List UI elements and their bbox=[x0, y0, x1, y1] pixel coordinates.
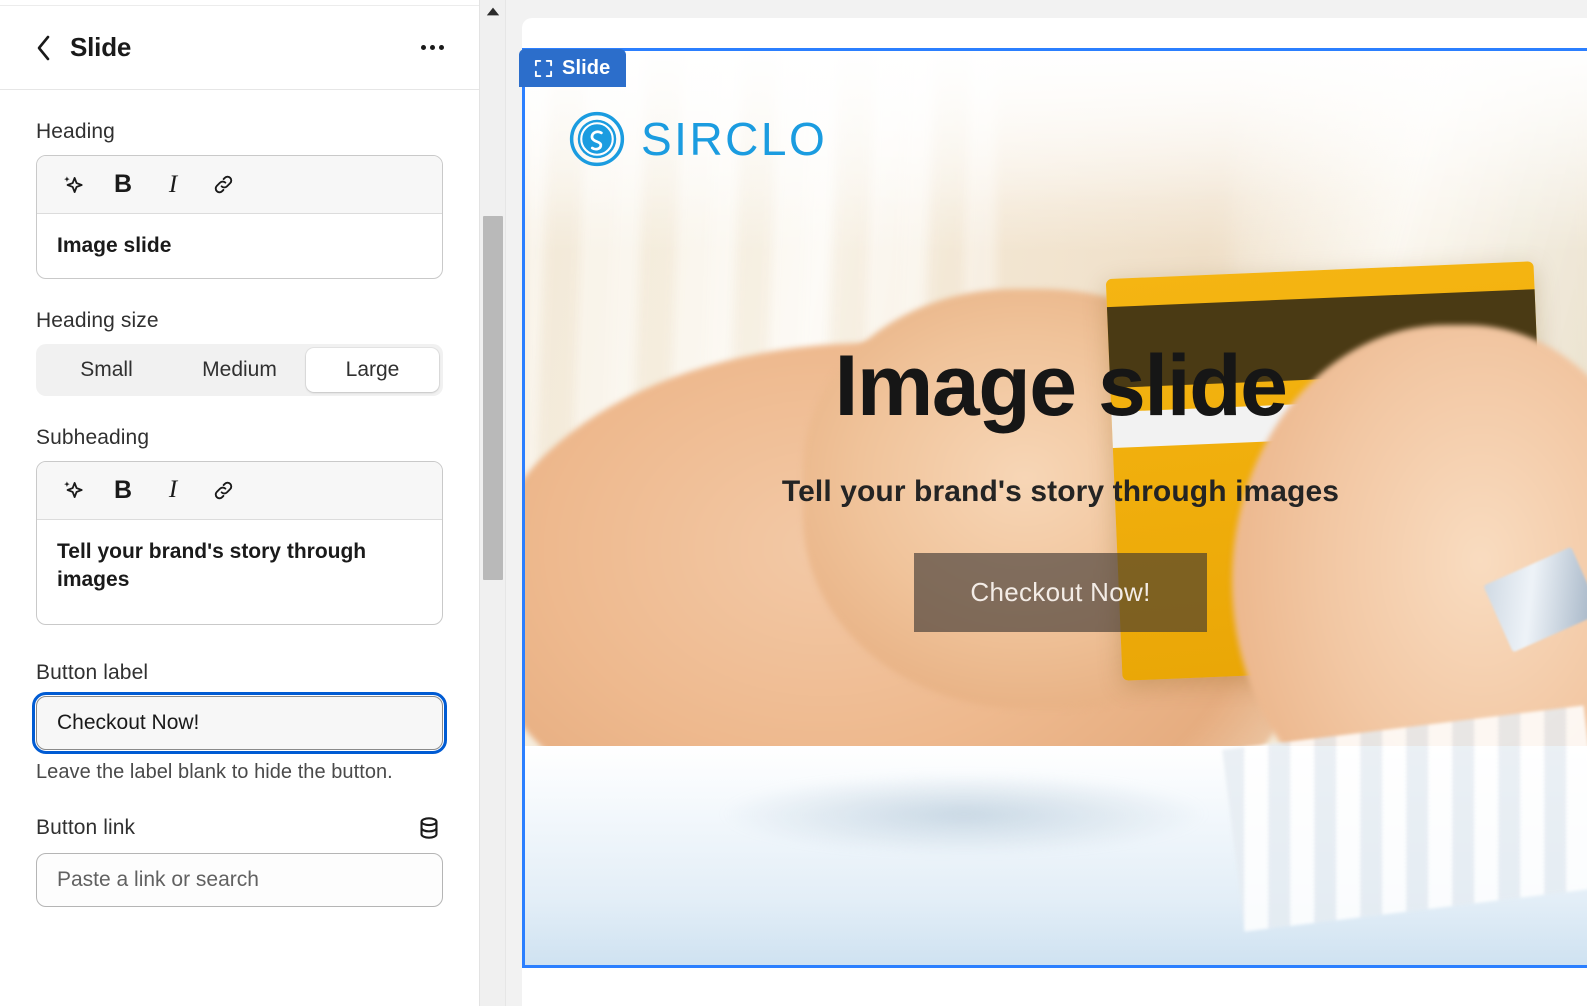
heading-editor-toolbar: B I bbox=[37, 156, 442, 214]
sidebar-scrollbar[interactable] bbox=[480, 0, 506, 1006]
scrollbar-thumb[interactable] bbox=[483, 216, 503, 580]
slide-subheading: Tell your brand's story through images bbox=[781, 475, 1340, 509]
ai-generate-button[interactable] bbox=[51, 469, 95, 511]
bold-button[interactable]: B bbox=[101, 164, 145, 206]
subheading-editor-toolbar: B I bbox=[37, 461, 442, 520]
slide-section-selected[interactable]: SIRCLO Image slide Tell your brand's sto… bbox=[522, 48, 1587, 968]
subheading-input[interactable]: Tell your brand's story through images bbox=[37, 520, 442, 624]
subheading-field-label: Subheading bbox=[36, 425, 150, 449]
bold-button[interactable]: B bbox=[101, 469, 145, 511]
slide-text-block: Image slide Tell your brand's story thro… bbox=[525, 338, 1587, 633]
insert-link-button[interactable] bbox=[201, 469, 245, 511]
heading-rich-text-editor[interactable]: B I Image slide bbox=[36, 155, 443, 279]
page-title: Slide bbox=[70, 32, 132, 62]
dynamic-source-button[interactable] bbox=[415, 814, 443, 842]
scrollbar-up-button[interactable] bbox=[480, 0, 505, 22]
heading-field-label: Heading bbox=[36, 120, 115, 143]
button-link-placeholder: Paste a link or search bbox=[57, 867, 259, 891]
heading-input[interactable]: Image slide bbox=[37, 214, 442, 278]
link-icon bbox=[214, 175, 232, 194]
slide-section-badge[interactable]: Slide bbox=[519, 49, 627, 87]
button-label-value: Checkout Now! bbox=[57, 710, 200, 734]
magic-sparkle-icon bbox=[64, 175, 83, 193]
heading-size-option-medium[interactable]: Medium bbox=[173, 348, 306, 392]
slide-badge-label: Slide bbox=[562, 56, 611, 79]
heading-size-segmented-control: Small Medium Large bbox=[36, 343, 443, 396]
theme-editor-window: Slide Heading B I Image slide Heading si… bbox=[0, 0, 1587, 1006]
subheading-rich-text-editor[interactable]: B I Tell your brand's story through imag… bbox=[36, 460, 443, 625]
triangle-up-icon bbox=[486, 7, 499, 15]
settings-sidebar: Slide Heading B I Image slide Heading si… bbox=[0, 0, 480, 1006]
italic-button[interactable]: I bbox=[151, 164, 195, 206]
sirclo-logo-icon bbox=[569, 111, 625, 167]
settings-form: Heading B I Image slide Heading size Sma… bbox=[0, 90, 479, 907]
photo-desk-shadow bbox=[717, 773, 1211, 856]
button-label-field-label: Button label bbox=[36, 660, 149, 684]
italic-button[interactable]: I bbox=[151, 469, 195, 511]
heading-size-label: Heading size bbox=[36, 308, 159, 332]
button-label-input[interactable]: Checkout Now! bbox=[32, 691, 447, 754]
slide-cta-button[interactable]: Checkout Now! bbox=[914, 553, 1207, 633]
button-link-input[interactable]: Paste a link or search bbox=[36, 852, 443, 907]
brand-logo-text: SIRCLO bbox=[641, 113, 828, 165]
database-icon bbox=[420, 817, 438, 839]
brand-logo: SIRCLO bbox=[569, 111, 827, 167]
button-link-label-row: Button link bbox=[36, 814, 443, 842]
button-label-helper-text: Leave the label blank to hide the button… bbox=[36, 760, 393, 783]
ellipsis-icon bbox=[438, 45, 444, 50]
ai-generate-button[interactable] bbox=[51, 164, 95, 206]
slide-heading: Image slide bbox=[834, 338, 1288, 434]
more-actions-button[interactable] bbox=[413, 31, 451, 65]
link-icon bbox=[214, 481, 232, 500]
ellipsis-icon bbox=[429, 45, 435, 50]
button-link-field-label: Button link bbox=[36, 815, 136, 839]
sidebar-header: Slide bbox=[0, 6, 479, 90]
magic-sparkle-icon bbox=[64, 481, 83, 499]
heading-size-option-large[interactable]: Large bbox=[306, 347, 439, 392]
insert-link-button[interactable] bbox=[201, 164, 245, 206]
theme-preview-pane: SIRCLO Image slide Tell your brand's sto… bbox=[506, 0, 1587, 1006]
chevron-left-icon bbox=[37, 35, 50, 60]
back-button[interactable] bbox=[26, 31, 60, 65]
ellipsis-icon bbox=[420, 45, 426, 50]
heading-size-option-small[interactable]: Small bbox=[40, 348, 173, 392]
crop-frame-icon bbox=[534, 59, 553, 77]
